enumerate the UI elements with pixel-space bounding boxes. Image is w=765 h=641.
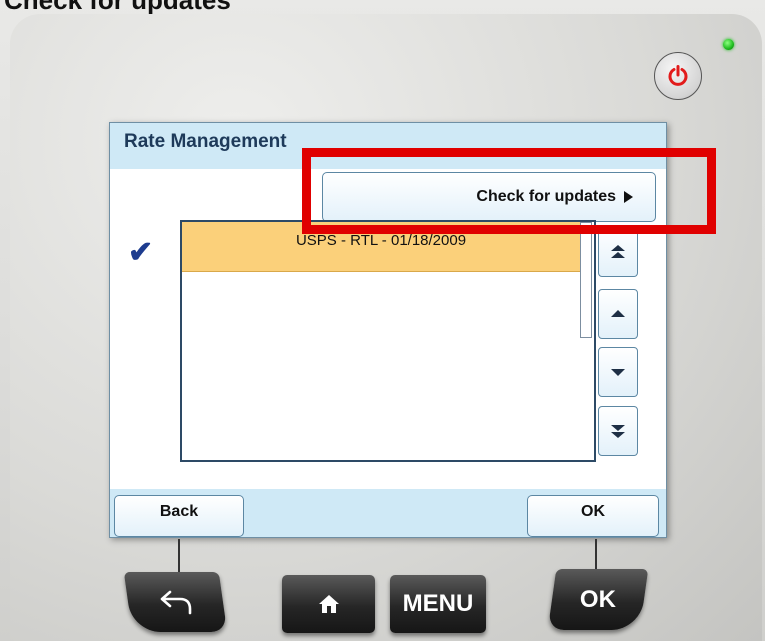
scroll-bottom-button[interactable] bbox=[598, 406, 638, 456]
menu-key-label: MENU bbox=[402, 590, 474, 617]
scroll-top-button[interactable] bbox=[598, 227, 638, 277]
hardware-menu-key[interactable]: MENU bbox=[390, 575, 486, 633]
rate-list[interactable]: USPS - RTL - 01/18/2009 bbox=[180, 220, 596, 462]
scroll-up-button[interactable] bbox=[598, 289, 638, 339]
list-item-label: USPS - RTL - 01/18/2009 bbox=[295, 232, 467, 249]
chevron-down-icon bbox=[611, 369, 625, 376]
checkmark-icon: ✔ bbox=[128, 236, 154, 269]
power-icon bbox=[668, 65, 688, 86]
back-arrow-icon bbox=[160, 590, 191, 615]
hardware-back-key[interactable] bbox=[123, 572, 228, 632]
ok-connector-line bbox=[595, 539, 597, 569]
power-button[interactable] bbox=[654, 52, 702, 100]
double-chevron-up-icon bbox=[611, 245, 625, 258]
list-scrollbar[interactable] bbox=[580, 222, 592, 338]
scroll-down-button[interactable] bbox=[598, 347, 638, 397]
home-icon bbox=[318, 595, 339, 613]
double-chevron-down-icon bbox=[611, 425, 625, 438]
hardware-ok-key[interactable]: OK bbox=[547, 569, 649, 630]
highlight-box bbox=[302, 148, 716, 234]
status-led bbox=[723, 39, 734, 50]
hardware-home-key[interactable] bbox=[282, 575, 375, 633]
ok-key-label: OK bbox=[580, 585, 616, 613]
back-connector-line bbox=[178, 539, 180, 573]
back-button[interactable]: Back bbox=[114, 495, 244, 537]
screen-title: Rate Management bbox=[124, 131, 287, 152]
chevron-up-icon bbox=[611, 310, 625, 317]
ok-button-label: OK bbox=[581, 503, 605, 520]
back-button-label: Back bbox=[159, 503, 199, 520]
ok-button[interactable]: OK bbox=[527, 495, 659, 537]
